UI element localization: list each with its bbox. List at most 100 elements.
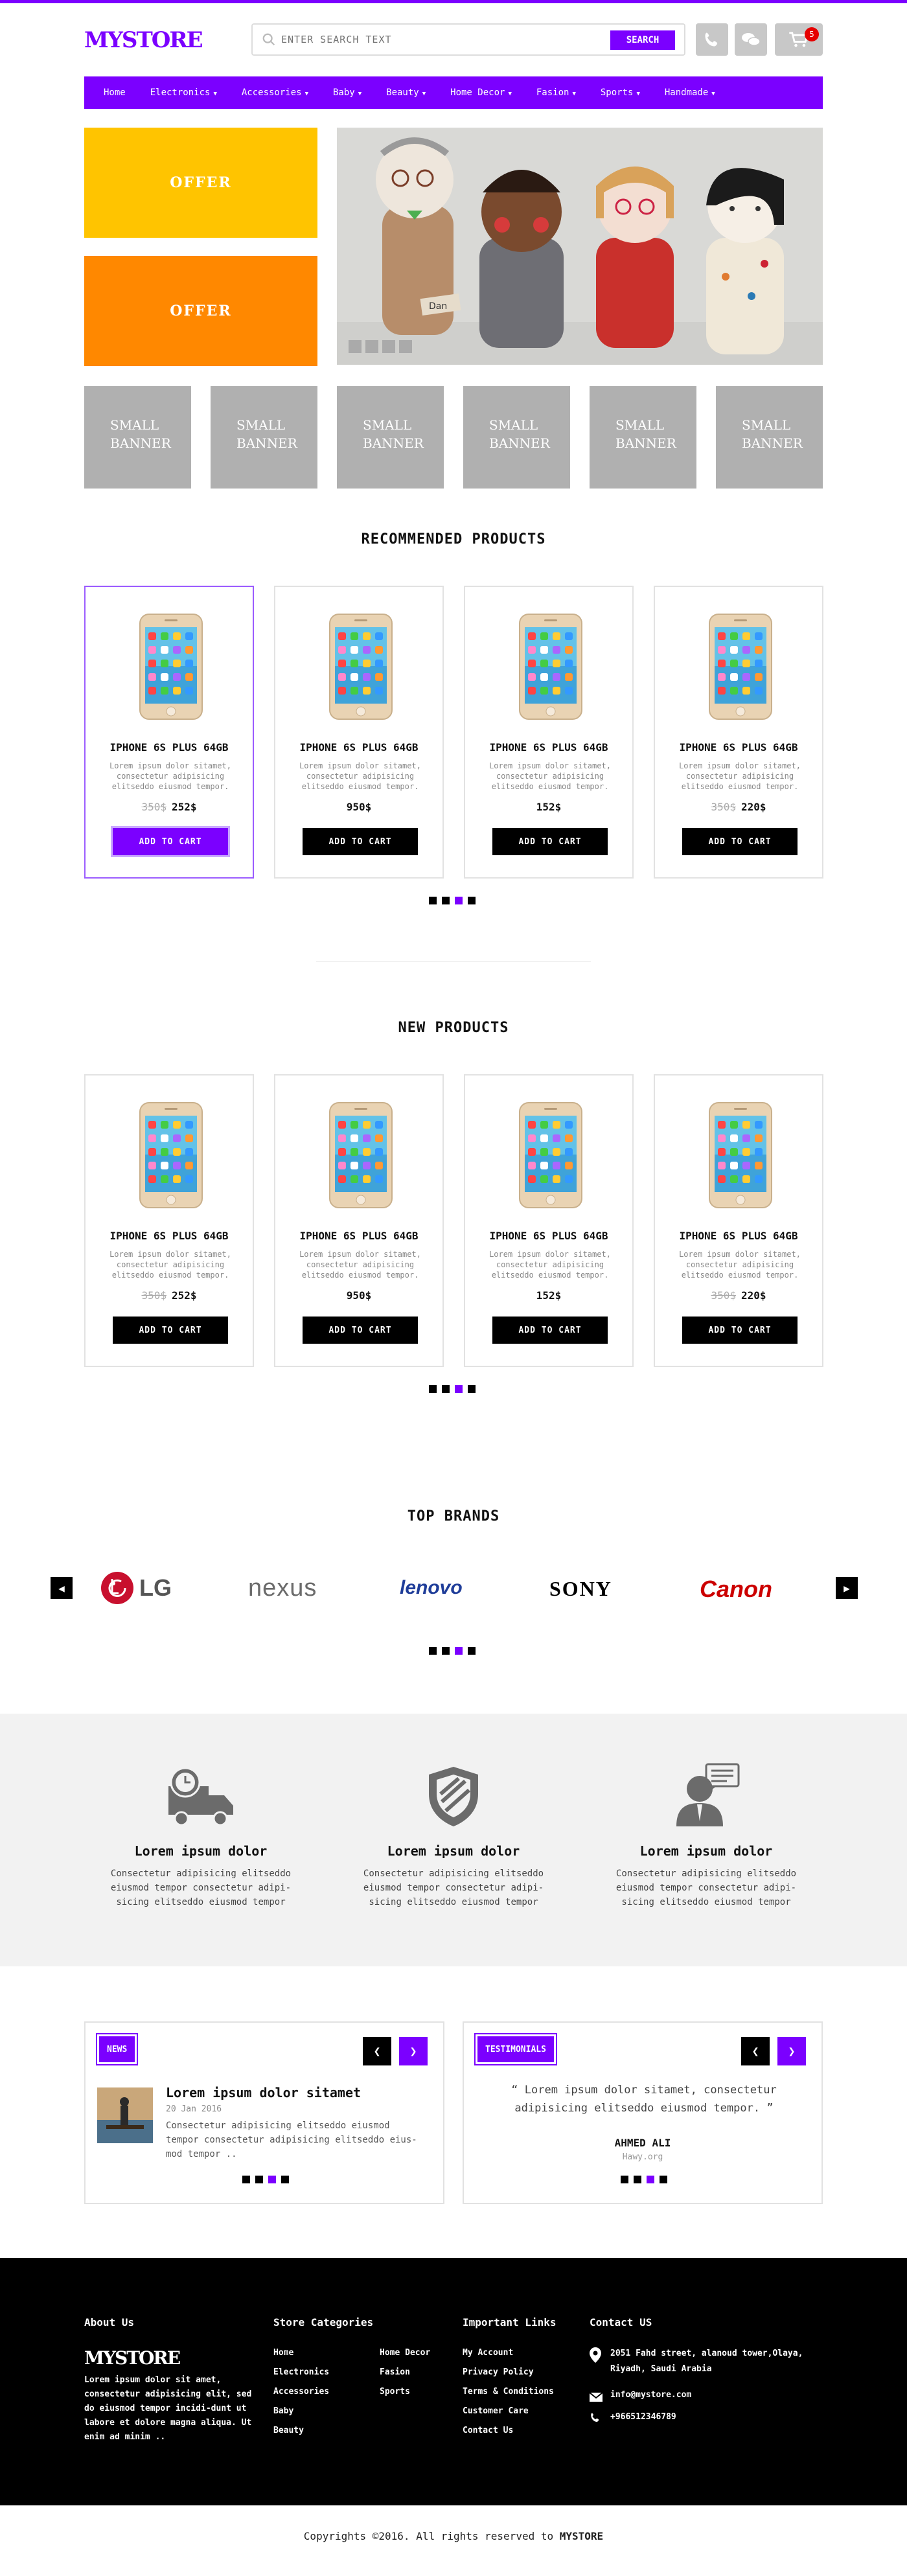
product-name[interactable]: IPHONE 6S PLUS 64GB — [655, 741, 822, 753]
add-to-cart-button[interactable]: ADD TO CART — [492, 828, 608, 855]
cart-button[interactable]: 5 — [775, 23, 823, 56]
add-to-cart-button[interactable]: ADD TO CART — [492, 1317, 608, 1344]
brands-prev-button[interactable]: ◀ — [51, 1577, 73, 1599]
slider-dot[interactable] — [365, 340, 378, 353]
add-to-cart-button[interactable]: ADD TO CART — [303, 828, 418, 855]
brand-lg[interactable]: LG — [100, 1571, 198, 1605]
page-dot[interactable] — [468, 897, 476, 904]
page-dot[interactable] — [442, 1385, 450, 1393]
page-dot-active[interactable] — [455, 1647, 463, 1655]
chat-button[interactable] — [735, 23, 767, 56]
page-dot[interactable] — [281, 2176, 289, 2183]
page-dot[interactable] — [429, 1385, 437, 1393]
brand-canon[interactable]: Canon — [700, 1576, 772, 1603]
small-banner[interactable]: SMALL BANNER — [211, 386, 317, 489]
page-dot[interactable] — [242, 2176, 250, 2183]
page-dot[interactable] — [468, 1647, 476, 1655]
footer-link[interactable]: My Account — [463, 2343, 554, 2363]
footer-link[interactable]: Sports — [380, 2382, 430, 2402]
brands-next-button[interactable]: ▶ — [836, 1577, 858, 1599]
page-dot[interactable] — [429, 897, 437, 904]
small-banner[interactable]: SMALL BANNER — [463, 386, 570, 489]
add-to-cart-button[interactable]: ADD TO CART — [303, 1317, 418, 1344]
product-image[interactable] — [137, 1101, 205, 1209]
product-name[interactable]: IPHONE 6S PLUS 64GB — [86, 741, 253, 753]
product-name[interactable]: IPHONE 6S PLUS 64GB — [465, 1230, 632, 1242]
nav-item-fasion[interactable]: Fasion ▼ — [536, 87, 576, 98]
footer-email[interactable]: info@mystore.com — [610, 2390, 691, 2400]
footer-link[interactable]: Contact Us — [463, 2421, 554, 2441]
footer-link[interactable]: Home Decor — [380, 2343, 430, 2363]
footer-link[interactable]: Electronics — [273, 2363, 329, 2382]
nav-item-beauty[interactable]: Beauty ▼ — [386, 87, 426, 98]
small-banner[interactable]: SMALL BANNER — [337, 386, 444, 489]
brand-nexus[interactable]: nexus — [248, 1574, 317, 1602]
page-dot-active[interactable] — [647, 2176, 654, 2183]
footer-link[interactable]: Privacy Policy — [463, 2363, 554, 2382]
call-button[interactable] — [696, 23, 728, 56]
news-next-button[interactable]: ❯ — [399, 2037, 428, 2065]
testimonials-next-button[interactable]: ❯ — [777, 2037, 806, 2065]
testimonials-prev-button[interactable]: ❮ — [741, 2037, 770, 2065]
footer-link[interactable]: Beauty — [273, 2421, 329, 2441]
nav-item-sports[interactable]: Sports ▼ — [601, 87, 640, 98]
product-image[interactable] — [707, 1101, 774, 1209]
brand-sony[interactable]: SONY — [549, 1577, 612, 1601]
product-name[interactable]: IPHONE 6S PLUS 64GB — [86, 1230, 253, 1242]
news-headline[interactable]: Lorem ipsum dolor sitamet — [166, 2085, 361, 2100]
product-card[interactable]: IPHONE 6S PLUS 64GB Lorem ipsum dolor sit… — [274, 586, 444, 879]
nav-item-home-decor[interactable]: Home Decor ▼ — [450, 87, 512, 98]
add-to-cart-button[interactable]: ADD TO CART — [111, 826, 230, 857]
page-dot[interactable] — [634, 2176, 641, 2183]
small-banner[interactable]: SMALL BANNER — [84, 386, 191, 489]
product-card[interactable]: IPHONE 6S PLUS 64GB Lorem ipsum dolor sit… — [274, 1074, 444, 1367]
page-dot[interactable] — [468, 1385, 476, 1393]
product-name[interactable]: IPHONE 6S PLUS 64GB — [465, 741, 632, 753]
search-button[interactable]: SEARCH — [610, 30, 675, 50]
nav-item-home[interactable]: Home — [104, 87, 126, 98]
product-image[interactable] — [517, 1101, 584, 1209]
slider-dot[interactable] — [382, 340, 395, 353]
slider-dot[interactable] — [399, 340, 412, 353]
footer-logo[interactable]: MYSTORE — [84, 2347, 181, 2369]
news-prev-button[interactable]: ❮ — [363, 2037, 391, 2065]
product-card[interactable]: IPHONE 6S PLUS 64GB Lorem ipsum dolor sit… — [84, 586, 254, 879]
product-image[interactable] — [137, 613, 205, 720]
product-image[interactable] — [707, 613, 774, 720]
offer-banner-2[interactable]: OFFER — [84, 256, 317, 366]
page-dot[interactable] — [442, 1647, 450, 1655]
footer-link[interactable]: Baby — [273, 2402, 329, 2421]
slider-dot[interactable] — [349, 340, 362, 353]
product-card[interactable]: IPHONE 6S PLUS 64GB Lorem ipsum dolor sit… — [654, 586, 823, 879]
footer-link[interactable]: Accessories — [273, 2382, 329, 2402]
product-card[interactable]: IPHONE 6S PLUS 64GB Lorem ipsum dolor sit… — [464, 586, 634, 879]
add-to-cart-button[interactable]: ADD TO CART — [682, 828, 798, 855]
product-card[interactable]: IPHONE 6S PLUS 64GB Lorem ipsum dolor sit… — [464, 1074, 634, 1367]
page-dot[interactable] — [429, 1647, 437, 1655]
footer-link[interactable]: Terms & Conditions — [463, 2382, 554, 2402]
product-image[interactable] — [327, 613, 395, 720]
hero-slider[interactable]: Dan — [337, 128, 823, 365]
search-input[interactable] — [281, 30, 579, 49]
footer-link[interactable]: Home — [273, 2343, 329, 2363]
footer-link[interactable]: Customer Care — [463, 2402, 554, 2421]
page-dot-active[interactable] — [268, 2176, 276, 2183]
page-dot-active[interactable] — [455, 1385, 463, 1393]
add-to-cart-button[interactable]: ADD TO CART — [113, 1317, 228, 1344]
nav-item-handmade[interactable]: Handmade ▼ — [665, 87, 715, 98]
brand-lenovo[interactable]: lenovo — [400, 1577, 463, 1599]
footer-phone[interactable]: +966512346789 — [610, 2412, 676, 2422]
small-banner[interactable]: SMALL BANNER — [590, 386, 696, 489]
nav-item-baby[interactable]: Baby ▼ — [333, 87, 362, 98]
page-dot[interactable] — [621, 2176, 628, 2183]
nav-item-electronics[interactable]: Electronics ▼ — [150, 87, 217, 98]
product-image[interactable] — [327, 1101, 395, 1209]
product-name[interactable]: IPHONE 6S PLUS 64GB — [275, 741, 442, 753]
small-banner[interactable]: SMALL BANNER — [716, 386, 823, 489]
product-name[interactable]: IPHONE 6S PLUS 64GB — [655, 1230, 822, 1242]
offer-banner-1[interactable]: OFFER — [84, 128, 317, 238]
page-dot[interactable] — [442, 897, 450, 904]
page-dot-active[interactable] — [455, 897, 463, 904]
product-card[interactable]: IPHONE 6S PLUS 64GB Lorem ipsum dolor sit… — [84, 1074, 254, 1367]
page-dot[interactable] — [255, 2176, 263, 2183]
